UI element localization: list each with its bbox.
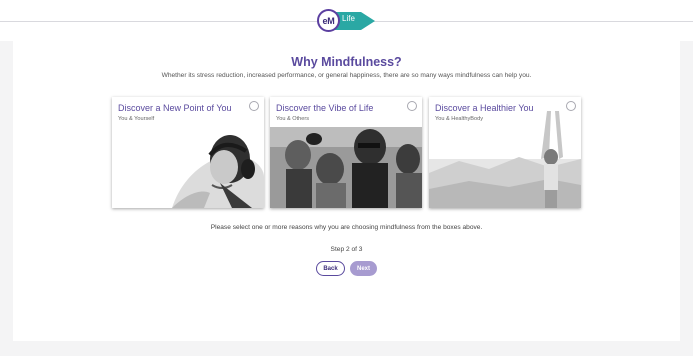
logo-mark-text: eM — [322, 15, 335, 26]
woman-with-headphones-photo — [112, 97, 264, 208]
card-new-point-of-you[interactable]: Discover a New Point of You You & Yourse… — [112, 97, 264, 208]
card-subtitle: You & Yourself — [118, 116, 155, 122]
card-subtitle: You & HealthyBody — [435, 116, 483, 122]
card-healthier-you[interactable]: Discover a Healthier You You & HealthyBo… — [429, 97, 581, 208]
card-select-radio[interactable] — [566, 101, 576, 111]
card-select-radio[interactable] — [407, 101, 417, 111]
friends-group-photo — [270, 97, 422, 208]
back-button[interactable]: Back — [316, 261, 345, 276]
emlife-logo[interactable]: eM Life — [317, 9, 375, 34]
page-subtitle: Whether its stress reduction, increased … — [161, 72, 532, 79]
selection-instructions: Please select one or more reasons why yo… — [210, 224, 483, 231]
card-subtitle: You & Others — [276, 116, 310, 122]
header-bar: eM Life — [0, 0, 693, 41]
next-button[interactable]: Next — [350, 261, 377, 276]
step-indicator: Step 2 of 3 — [330, 246, 363, 253]
page-title: Why Mindfulness? — [291, 55, 402, 69]
logo-word-text: Life — [342, 14, 355, 23]
card-title: Discover a Healthier You — [435, 103, 534, 113]
logo-circle: eM — [317, 9, 340, 32]
woman-stretching-photo — [429, 97, 581, 208]
main-panel: Why Mindfulness? Whether its stress redu… — [13, 41, 680, 341]
card-vibe-of-life[interactable]: Discover the Vibe of Life You & Others — [270, 97, 422, 208]
card-select-radio[interactable] — [249, 101, 259, 111]
card-title: Discover the Vibe of Life — [276, 103, 374, 113]
card-title: Discover a New Point of You — [118, 103, 232, 113]
